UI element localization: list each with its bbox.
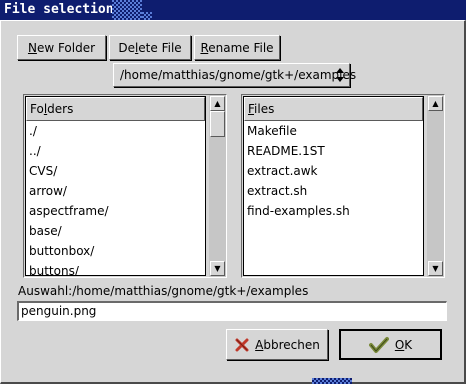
files-header[interactable]: Files [244,97,423,121]
files-list[interactable]: Files Makefile README.1ST extract.awk ex… [243,96,424,276]
window-title: File selection [4,2,114,17]
delete-file-label: Delete File [118,40,182,55]
folder-item[interactable]: base/ [26,221,205,241]
folder-item[interactable]: ../ [26,141,205,161]
file-item[interactable]: extract.awk [244,161,423,181]
bottom-decoration [312,378,352,384]
ok-button[interactable]: OK [339,329,442,360]
cancel-x-icon [234,337,250,353]
new-folder-button[interactable]: New Folder [17,35,106,60]
title-bar[interactable]: File selection [0,0,466,20]
rename-file-button[interactable]: Rename File [194,35,280,60]
titlebar-decoration-tail [142,12,152,20]
rename-file-label: Rename File [200,40,274,55]
folder-item[interactable]: buttons/ [26,261,205,275]
file-item[interactable]: README.1ST [244,141,423,161]
files-pane: Files Makefile README.1ST extract.awk ex… [241,94,445,278]
path-dropdown[interactable]: /home/matthias/gnome/gtk+/examples [113,63,356,87]
delete-file-button[interactable]: Delete File [109,35,191,60]
scroll-up-arrow-icon[interactable]: ▲ [428,96,443,111]
folders-scrollbar[interactable]: ▲ ▼ [209,95,226,277]
file-item[interactable]: Makefile [244,121,423,141]
file-item[interactable]: extract.sh [244,181,423,201]
file-item[interactable]: find-examples.sh [244,201,423,221]
folder-item[interactable]: ./ [26,121,205,141]
new-folder-label: New Folder [27,40,96,55]
folders-pane: Folders ./ ../ CVS/ arrow/ aspectframe/ … [23,94,227,278]
titlebar-decoration [112,0,142,20]
folder-item[interactable]: CVS/ [26,161,205,181]
cancel-button[interactable]: Abbrechen [226,329,328,360]
folder-item[interactable]: aspectframe/ [26,201,205,221]
path-dropdown-value: /home/matthias/gnome/gtk+/examples [120,68,357,82]
updown-arrows-icon [335,67,345,83]
scroll-down-arrow-icon[interactable]: ▼ [428,261,443,276]
folders-header[interactable]: Folders [26,97,205,121]
scroll-down-arrow-icon[interactable]: ▼ [210,261,225,276]
folders-header-label: Folders [30,102,74,116]
folder-item[interactable]: arrow/ [26,181,205,201]
folders-list[interactable]: Folders ./ ../ CVS/ arrow/ aspectframe/ … [25,96,206,276]
cancel-label: Abbrechen [255,337,320,352]
scroll-up-arrow-icon[interactable]: ▲ [210,96,225,111]
files-scrollbar[interactable]: ▲ ▼ [427,95,444,277]
folder-item[interactable]: buttonbox/ [26,241,205,261]
selection-label: Auswahl:/home/matthias/gnome/gtk+/exampl… [18,284,309,298]
filename-input[interactable]: penguin.png [17,301,447,321]
ok-checkmark-icon [368,336,389,354]
ok-label: OK [394,337,413,352]
files-header-label: Files [248,102,275,116]
folders-scroll-thumb[interactable] [210,111,225,137]
